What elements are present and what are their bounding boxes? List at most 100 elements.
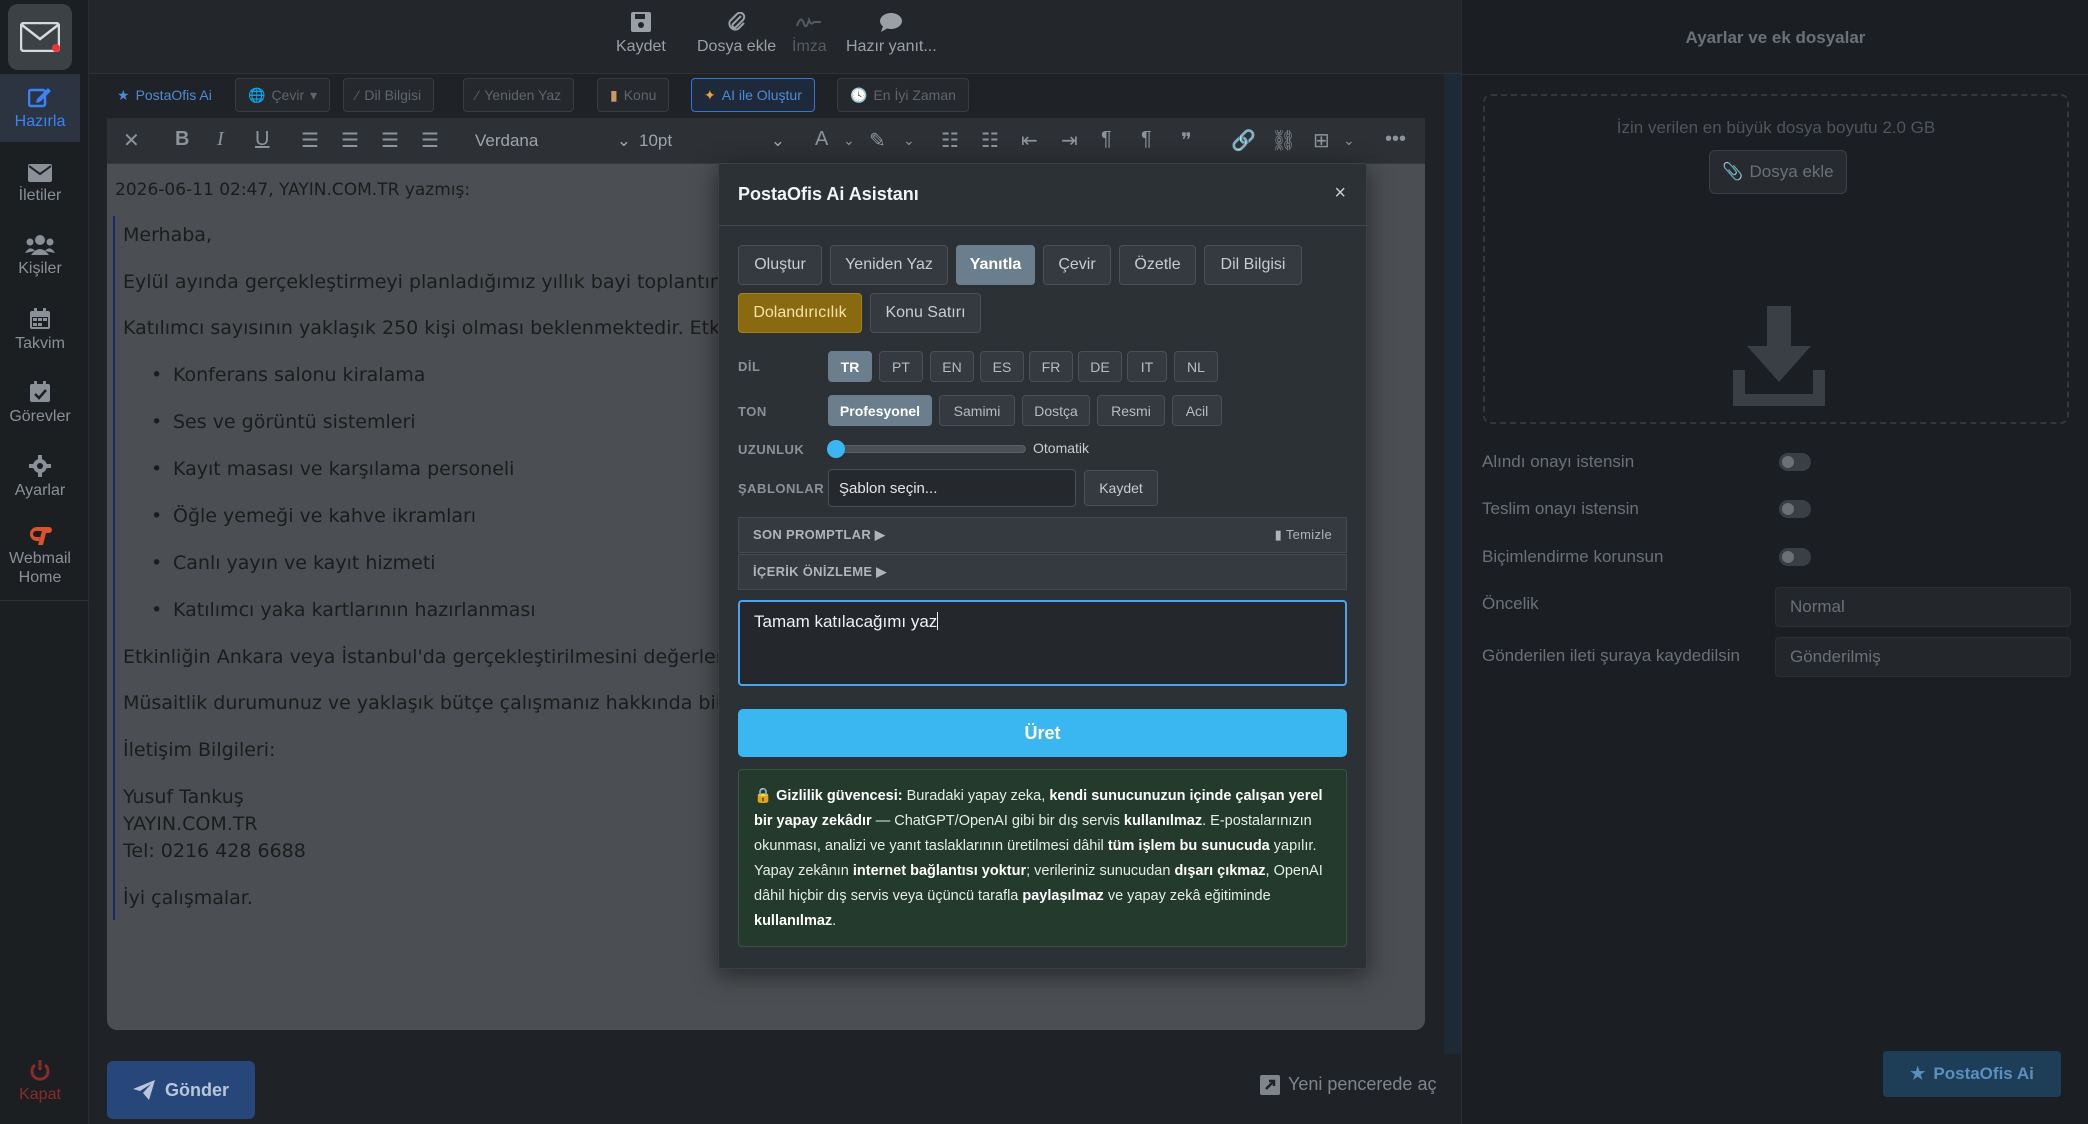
- chevron-down-icon[interactable]: ⌄: [1343, 132, 1355, 149]
- canned-responses-button[interactable]: Hazır yanıt...: [846, 12, 937, 56]
- numbered-list-icon[interactable]: ☷: [981, 128, 999, 153]
- priority-select[interactable]: Normal: [1775, 587, 2071, 627]
- mode-summarize-button[interactable]: Özetle: [1119, 245, 1196, 285]
- mode-rewrite-button[interactable]: Yeniden Yaz: [830, 245, 948, 285]
- mode-translate-button[interactable]: Çevir: [1043, 245, 1111, 285]
- clear-format-icon[interactable]: ✕: [123, 128, 140, 153]
- mode-subject-button[interactable]: Konu Satırı: [870, 293, 981, 333]
- tone-warm-button[interactable]: Dostça: [1022, 395, 1090, 426]
- lang-de-button[interactable]: DE: [1078, 351, 1122, 382]
- signature-button[interactable]: İmza: [792, 12, 827, 56]
- postaofis-ai-button[interactable]: ★ PostaOfis Ai: [1883, 1051, 2061, 1097]
- sidebar-item-messages[interactable]: İletiler: [0, 150, 80, 218]
- template-save-button[interactable]: Kaydet: [1084, 470, 1158, 506]
- font-family-select[interactable]: Verdana ⌄: [475, 127, 631, 155]
- align-justify-icon[interactable]: ☰: [421, 128, 439, 153]
- ltr-icon[interactable]: ¶: [1101, 128, 1112, 151]
- lang-nl-button[interactable]: NL: [1174, 351, 1218, 382]
- more-icon[interactable]: •••: [1385, 128, 1406, 151]
- lang-tr-button[interactable]: TR: [828, 351, 872, 382]
- ai-chip-grammar[interactable]: ⁄ Dil Bilgisi: [343, 78, 435, 112]
- save-to-select[interactable]: Gönderilmiş: [1775, 637, 2071, 677]
- keep-format-toggle[interactable]: [1779, 548, 1811, 566]
- tone-professional-button[interactable]: Profesyonel: [828, 395, 932, 426]
- delivery-receipt-toggle[interactable]: [1779, 500, 1811, 518]
- tone-formal-button[interactable]: Resmi: [1097, 395, 1165, 426]
- table-icon[interactable]: ⊞: [1313, 128, 1330, 153]
- align-center-icon[interactable]: ☰: [341, 128, 359, 153]
- rtl-icon[interactable]: ¶: [1141, 128, 1152, 151]
- mail-logo-icon[interactable]: [8, 4, 72, 70]
- sidebar-item-contacts[interactable]: Kişiler: [0, 222, 80, 290]
- body-line: Eylül ayında gerçekleştirmeyi planladığı…: [123, 271, 783, 293]
- chevron-down-icon[interactable]: ⌄: [903, 132, 915, 149]
- ai-chip-translate[interactable]: 🌐 Çevir ▾: [235, 78, 331, 112]
- ai-chip-postaofis[interactable]: ★ PostaOfis Ai: [107, 78, 224, 112]
- lang-es-button[interactable]: ES: [980, 351, 1024, 382]
- attach-label: Dosya ekle: [1749, 162, 1834, 181]
- attach-file-button[interactable]: Dosya ekle: [697, 12, 776, 56]
- close-icon[interactable]: ×: [1334, 182, 1346, 205]
- bullet-list-icon[interactable]: ☷: [941, 128, 959, 153]
- length-slider-track[interactable]: [830, 445, 1026, 453]
- attachment-dropzone[interactable]: İzin verilen en büyük dosya boyutu 2.0 G…: [1483, 94, 2069, 424]
- unlink-icon[interactable]: ⛓: [1271, 128, 1296, 153]
- lang-pt-button[interactable]: PT: [879, 351, 923, 382]
- lang-en-button[interactable]: EN: [930, 351, 974, 382]
- list-item: Canlı yayın ve kayıt hizmeti: [151, 552, 436, 574]
- list-item: Katılımcı yaka kartlarının hazırlanması: [151, 599, 536, 621]
- privacy-text: Buradaki yapay zeka,: [902, 788, 1050, 804]
- clear-history-button[interactable]: ▮ Temizle: [1275, 527, 1332, 543]
- link-icon[interactable]: 🔗: [1231, 128, 1256, 153]
- language-label: DİL: [738, 359, 761, 374]
- recent-prompts-toggle[interactable]: SON PROMPTLAR ▶ ▮ Temizle: [738, 517, 1347, 553]
- italic-icon[interactable]: I: [217, 128, 224, 151]
- length-slider-thumb[interactable]: [827, 440, 845, 458]
- ai-chip-best-time[interactable]: 🕓 En İyi Zaman: [837, 78, 969, 112]
- mode-fraud-button[interactable]: Dolandırıcılık: [738, 293, 862, 333]
- scrollbar[interactable]: [1444, 74, 1462, 1054]
- blockquote-icon[interactable]: ❞: [1181, 128, 1192, 153]
- open-new-window-link[interactable]: Yeni pencerede aç: [1260, 1074, 1436, 1095]
- sidebar-item-webmail-home[interactable]: Webmail Home: [0, 518, 80, 592]
- outdent-icon[interactable]: ⇤: [1021, 128, 1038, 153]
- template-select[interactable]: Şablon seçin...: [828, 469, 1076, 507]
- privacy-bold: dışarı çıkmaz: [1174, 863, 1266, 879]
- highlight-icon[interactable]: ✎: [869, 128, 886, 153]
- sidebar-item-tasks[interactable]: Görevler: [0, 369, 80, 437]
- indent-icon[interactable]: ⇥: [1061, 128, 1078, 153]
- font-size-select[interactable]: 10pt ⌄: [639, 127, 785, 155]
- bold-icon[interactable]: B: [175, 128, 189, 151]
- mode-create-button[interactable]: Oluştur: [738, 245, 822, 285]
- tone-urgent-button[interactable]: Acil: [1172, 395, 1222, 426]
- lang-fr-button[interactable]: FR: [1029, 351, 1073, 382]
- attach-file-button[interactable]: 📎 Dosya ekle: [1709, 150, 1847, 194]
- align-left-icon[interactable]: ☰: [301, 128, 319, 153]
- sidebar-item-settings[interactable]: Ayarlar: [0, 443, 80, 511]
- tone-friendly-button[interactable]: Samimi: [939, 395, 1015, 426]
- star-icon: ★: [1910, 1064, 1926, 1083]
- save-button[interactable]: Kaydet: [616, 12, 666, 56]
- sidebar-item-compose[interactable]: Hazırla: [0, 74, 80, 142]
- sidebar-item-calendar[interactable]: Takvim: [0, 296, 80, 364]
- mode-reply-button[interactable]: Yanıtla: [956, 245, 1035, 285]
- logout-button[interactable]: Kapat: [0, 1060, 80, 1104]
- mode-grammar-button[interactable]: Dil Bilgisi: [1204, 245, 1302, 285]
- prompt-input[interactable]: Tamam katılacağımı yaz: [738, 600, 1347, 686]
- mail-icon: [28, 163, 52, 182]
- read-receipt-toggle[interactable]: [1779, 453, 1811, 471]
- chevron-down-icon[interactable]: ⌄: [843, 132, 855, 149]
- generate-button[interactable]: Üret: [738, 709, 1347, 757]
- font-size-value: 10pt: [639, 131, 673, 150]
- lang-it-button[interactable]: IT: [1127, 351, 1167, 382]
- clear-label: Temizle: [1285, 527, 1332, 542]
- ai-chip-subject[interactable]: ▮ Konu: [597, 78, 670, 112]
- ai-chip-rewrite[interactable]: ⁄ Yeniden Yaz: [463, 78, 575, 112]
- ai-chip-create[interactable]: ✦ AI ile Oluştur: [691, 78, 815, 112]
- content-preview-toggle[interactable]: İÇERİK ÖNİZLEME ▶: [738, 554, 1347, 590]
- align-right-icon[interactable]: ☰: [381, 128, 399, 153]
- text-color-icon[interactable]: A: [815, 128, 828, 151]
- underline-icon[interactable]: U: [255, 128, 269, 151]
- sidebar-item-label: Ayarlar: [14, 481, 66, 499]
- send-button[interactable]: Gönder: [107, 1061, 255, 1119]
